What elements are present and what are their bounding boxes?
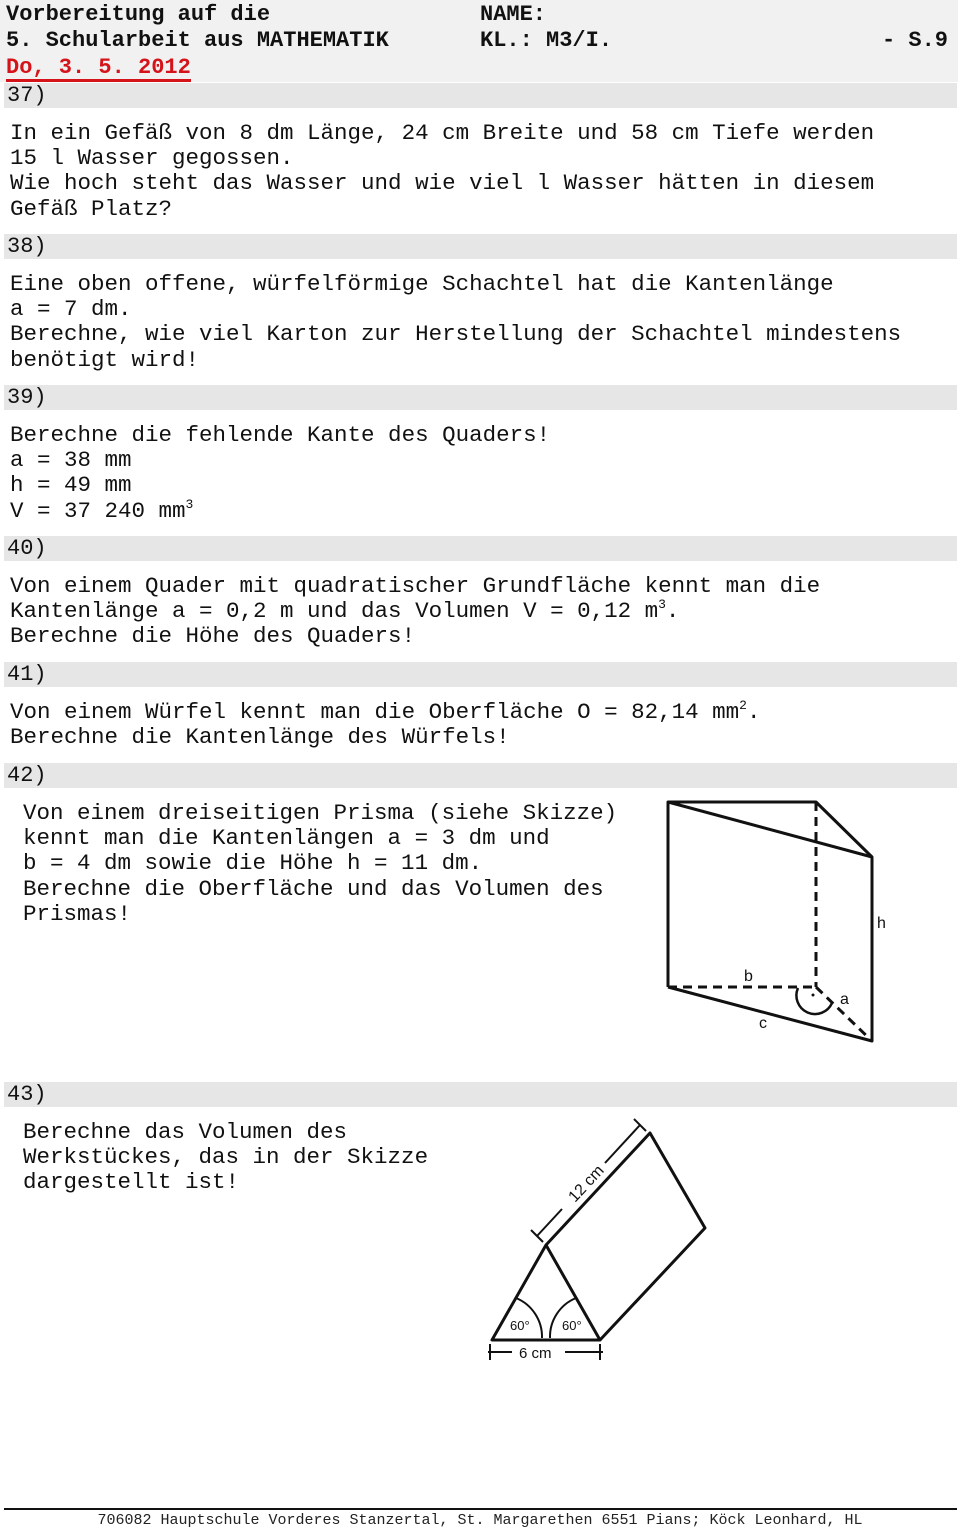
label-angle-left: 60° xyxy=(510,1318,530,1333)
footer-divider xyxy=(4,1508,957,1510)
label-h: h xyxy=(877,915,886,932)
prism-edge xyxy=(667,800,873,859)
label-b: b xyxy=(744,968,753,985)
figures: h b a c 12 cm 6 cm 60° 60° xyxy=(488,800,886,1362)
triangle-face xyxy=(490,1243,602,1342)
label-6cm: 6 cm xyxy=(519,1345,552,1362)
prism-sketch-42: h b a c xyxy=(666,800,886,1043)
footer-text: 706082 Hauptschule Vorderes Stanzertal, … xyxy=(97,1512,863,1529)
prism-sketch-43: 12 cm 6 cm 60° 60° xyxy=(488,1118,707,1362)
label-angle-right: 60° xyxy=(562,1318,582,1333)
right-angle-mark xyxy=(795,987,834,1016)
worksheet-page: Vorbereitung auf die 5. Schularbeit aus … xyxy=(0,0,960,1530)
prism-body xyxy=(544,1131,707,1342)
label-a: a xyxy=(840,991,849,1008)
label-c: c xyxy=(759,1015,767,1032)
